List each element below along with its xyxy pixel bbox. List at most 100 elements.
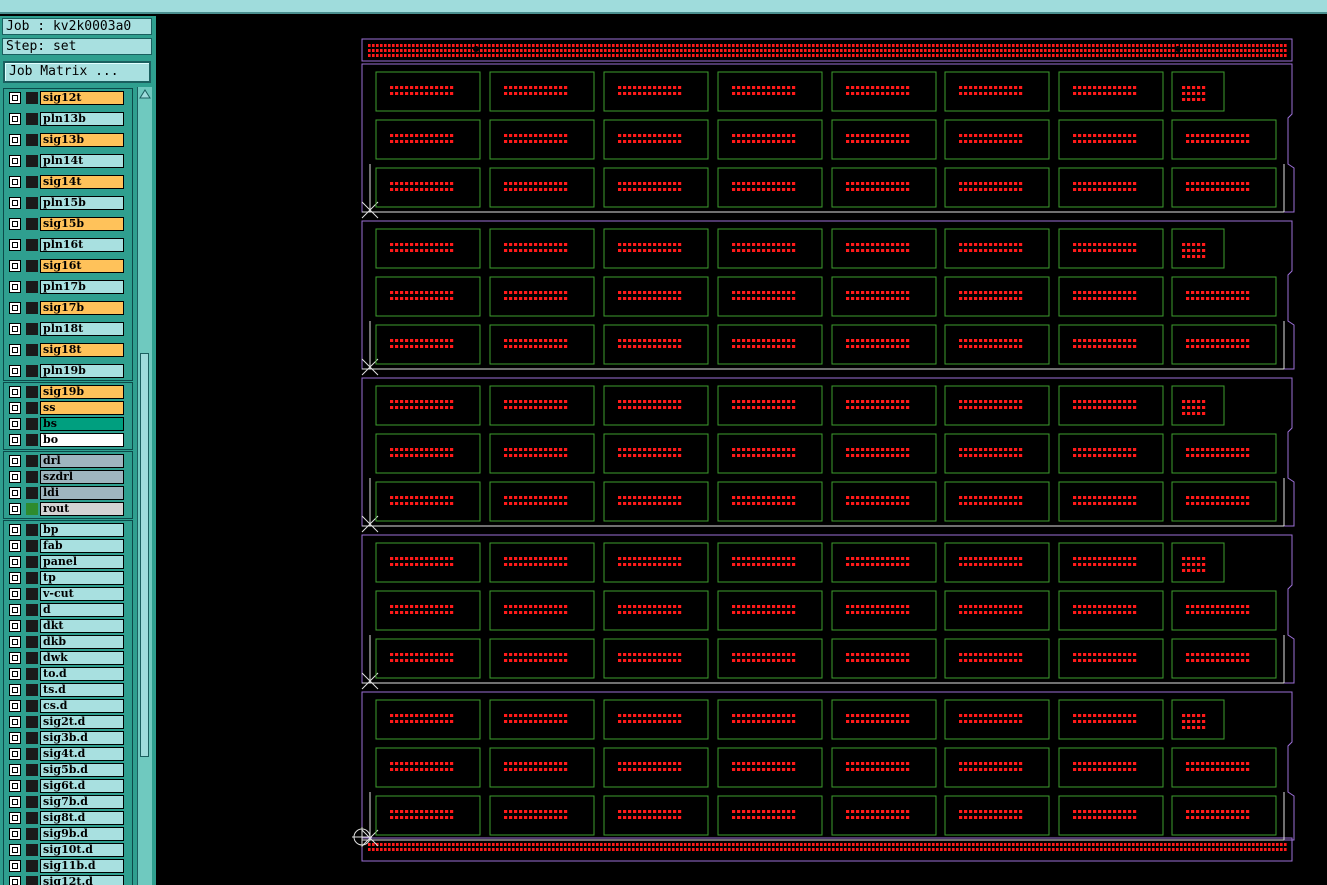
layer-checkbox[interactable] [9,218,21,230]
layer-name[interactable]: cs.d [40,699,124,713]
layer-affected-indicator[interactable] [26,844,38,856]
layer-affected-indicator[interactable] [26,434,38,446]
layer-affected-indicator[interactable] [26,176,38,188]
layer-checkbox[interactable] [9,487,21,499]
layer-name[interactable]: pln15b [40,196,124,210]
layer-row[interactable]: sig18t [2,342,136,358]
layer-name[interactable]: pln14t [40,154,124,168]
layer-row[interactable]: v-cut [2,586,136,602]
layer-row[interactable]: pln17b [2,279,136,295]
layer-name[interactable]: sig15b [40,217,124,231]
layer-checkbox[interactable] [9,176,21,188]
layer-affected-indicator[interactable] [26,732,38,744]
layer-checkbox[interactable] [9,455,21,467]
layer-affected-indicator[interactable] [26,113,38,125]
layer-checkbox[interactable] [9,844,21,856]
layer-name[interactable]: rout [40,502,124,516]
layer-checkbox[interactable] [9,434,21,446]
layer-row[interactable]: bs [2,416,136,432]
layer-checkbox[interactable] [9,155,21,167]
layer-checkbox[interactable] [9,471,21,483]
layer-name[interactable]: bp [40,523,124,537]
layer-name[interactable]: pln16t [40,238,124,252]
layer-row[interactable]: dkb [2,634,136,650]
layer-affected-indicator[interactable] [26,684,38,696]
layer-affected-indicator[interactable] [26,239,38,251]
layer-row[interactable]: bo [2,432,136,448]
layer-name[interactable]: sig17b [40,301,124,315]
layer-checkbox[interactable] [9,652,21,664]
layer-name[interactable]: tp [40,571,124,585]
layer-checkbox[interactable] [9,588,21,600]
layer-checkbox[interactable] [9,636,21,648]
layer-row[interactable]: drl [2,453,136,469]
layer-checkbox[interactable] [9,572,21,584]
layer-checkbox[interactable] [9,197,21,209]
layer-row[interactable]: sig17b [2,300,136,316]
layer-affected-indicator[interactable] [26,588,38,600]
layer-row[interactable]: pln15b [2,195,136,211]
layer-row[interactable]: sig9b.d [2,826,136,842]
layer-row[interactable]: ts.d [2,682,136,698]
layer-affected-indicator[interactable] [26,92,38,104]
layer-row[interactable]: pln16t [2,237,136,253]
layer-checkbox[interactable] [9,780,21,792]
layer-checkbox[interactable] [9,92,21,104]
layer-affected-indicator[interactable] [26,604,38,616]
layer-affected-indicator[interactable] [26,260,38,272]
layer-name[interactable]: ts.d [40,683,124,697]
scroll-up-arrow-icon[interactable] [139,89,151,99]
layer-affected-indicator[interactable] [26,471,38,483]
layer-row[interactable]: sig6t.d [2,778,136,794]
layer-checkbox[interactable] [9,418,21,430]
layer-list-scrollbar[interactable] [137,87,152,885]
layer-row[interactable]: fab [2,538,136,554]
layer-checkbox[interactable] [9,113,21,125]
layer-checkbox[interactable] [9,620,21,632]
layer-name[interactable]: bo [40,433,124,447]
layer-row[interactable]: sig2t.d [2,714,136,730]
layer-checkbox[interactable] [9,604,21,616]
layer-affected-indicator[interactable] [26,668,38,680]
layer-affected-indicator[interactable] [26,780,38,792]
layer-row[interactable]: sig12t.d [2,874,136,885]
layer-affected-indicator[interactable] [26,876,38,885]
layer-checkbox[interactable] [9,684,21,696]
layer-name[interactable]: sig12t.d [40,875,124,885]
layer-affected-indicator[interactable] [26,716,38,728]
layer-affected-indicator[interactable] [26,503,38,515]
layer-affected-indicator[interactable] [26,323,38,335]
layer-checkbox[interactable] [9,503,21,515]
layer-checkbox[interactable] [9,402,21,414]
layer-name[interactable]: pln13b [40,112,124,126]
layer-name[interactable]: sig19b [40,385,124,399]
layer-checkbox[interactable] [9,860,21,872]
layer-checkbox[interactable] [9,540,21,552]
layer-name[interactable]: dkt [40,619,124,633]
layer-affected-indicator[interactable] [26,540,38,552]
layer-name[interactable]: panel [40,555,124,569]
layer-row[interactable]: to.d [2,666,136,682]
layer-row[interactable]: ss [2,400,136,416]
layer-name[interactable]: to.d [40,667,124,681]
scroll-thumb[interactable] [140,353,149,757]
layer-checkbox[interactable] [9,716,21,728]
layer-row[interactable]: szdrl [2,469,136,485]
layer-affected-indicator[interactable] [26,155,38,167]
layer-checkbox[interactable] [9,668,21,680]
layer-affected-indicator[interactable] [26,828,38,840]
layer-name[interactable]: dkb [40,635,124,649]
layer-affected-indicator[interactable] [26,524,38,536]
layer-name[interactable]: d [40,603,124,617]
layer-row[interactable]: panel [2,554,136,570]
layer-name[interactable]: sig9b.d [40,827,124,841]
layer-affected-indicator[interactable] [26,487,38,499]
layer-affected-indicator[interactable] [26,572,38,584]
layer-name[interactable]: sig2t.d [40,715,124,729]
layer-name[interactable]: ldi [40,486,124,500]
layer-checkbox[interactable] [9,134,21,146]
layer-affected-indicator[interactable] [26,812,38,824]
layer-row[interactable]: sig16t [2,258,136,274]
layer-name[interactable]: sig3b.d [40,731,124,745]
layer-checkbox[interactable] [9,323,21,335]
